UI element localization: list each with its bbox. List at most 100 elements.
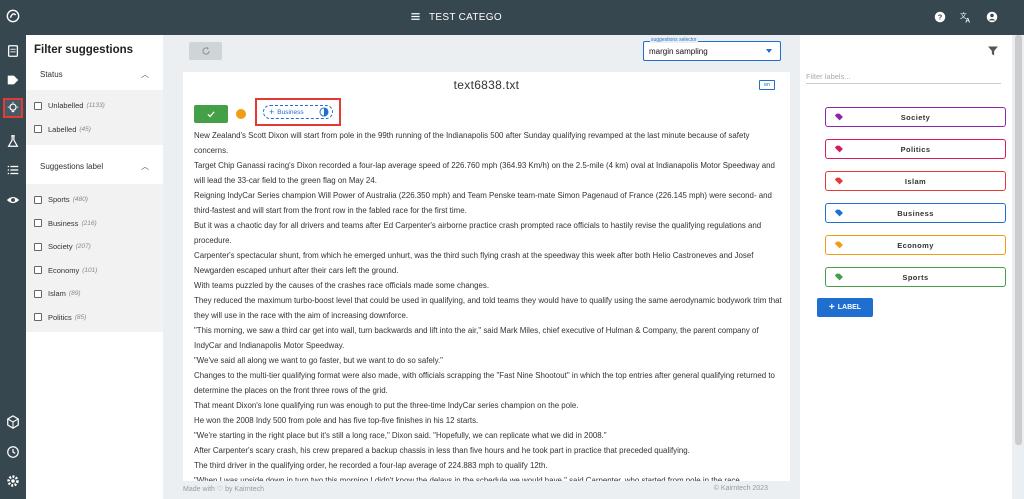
filter-item-unlabelled[interactable]: Unlabelled (1133): [26, 94, 163, 118]
document-filename: text6838.txt: [453, 78, 520, 92]
tag-icon: [835, 209, 843, 217]
document-text: New Zealand's Scott Dixon will start fro…: [194, 128, 784, 481]
footer: Made with ♡ by Kairntech © Kairntech 202…: [173, 481, 798, 499]
documents-icon[interactable]: [3, 41, 23, 61]
language-badge[interactable]: en: [759, 80, 775, 90]
checkbox[interactable]: [34, 125, 42, 134]
help-circle-icon[interactable]: ?: [934, 10, 948, 24]
paragraph: With teams puzzled by the causes of the …: [194, 281, 490, 290]
main-area: suggestions selector margin sampling tex…: [173, 35, 798, 499]
suggestions-label-section-header[interactable]: Suggestions label ︿: [26, 156, 163, 177]
status-section: Unlabelled (1133) Labelled (45): [26, 90, 163, 145]
history-icon[interactable]: [3, 442, 23, 462]
filter-suggestions-panel: Filter suggestions Status ︿ Unlabelled (…: [26, 35, 163, 499]
tag-icon: [835, 177, 843, 185]
label-button-politics[interactable]: Politics: [825, 139, 1006, 159]
suggestions-selector-label: suggestions selector: [650, 37, 698, 43]
paragraph: That meant Dixon's lone qualifying run w…: [194, 401, 579, 410]
checkbox[interactable]: [34, 313, 42, 322]
suggestion-highlight: + Business: [255, 98, 341, 126]
suggestions-icon[interactable]: [3, 98, 23, 118]
paragraph: New Zealand's Scott Dixon will start fro…: [194, 131, 750, 155]
project-title: TEST CATEGO: [429, 12, 502, 23]
paragraph: The third driver in the qualifying order…: [194, 461, 548, 470]
checkbox[interactable]: [34, 101, 42, 110]
list-icon[interactable]: [3, 160, 23, 180]
translate-icon[interactable]: 文A: [960, 10, 974, 25]
settings-icon[interactable]: [3, 471, 23, 491]
paragraph: "When I was upside down in turn two this…: [194, 476, 740, 481]
lab-icon[interactable]: [3, 131, 23, 151]
validate-button[interactable]: [194, 105, 228, 123]
paragraph: They reduced the maximum turbo-boost lev…: [194, 296, 782, 320]
filter-icon[interactable]: [987, 44, 999, 56]
labels-panel: Filter labels... Society Politics Islam …: [800, 35, 1012, 499]
filter-labels-input[interactable]: Filter labels...: [806, 68, 1001, 84]
paragraph: Reigning IndyCar Series champion Will Po…: [194, 191, 772, 215]
checkbox[interactable]: [34, 195, 42, 204]
filter-item-islam[interactable]: Islam (89): [26, 282, 163, 306]
paragraph: Carpenter's spectacular shunt, from whic…: [194, 251, 754, 275]
filter-item-labelled[interactable]: Labelled (45): [26, 118, 163, 142]
suggestion-chip-label: Business: [277, 108, 304, 116]
suggestions-label-section: Sports (480) Business (216) Society (207…: [26, 184, 163, 332]
clock-icon[interactable]: [236, 109, 246, 119]
account-circle-icon[interactable]: [986, 10, 1000, 24]
footer-made-with: Made with ♡ by Kairntech: [183, 486, 264, 493]
paragraph: "We're starting in the right place but i…: [194, 431, 607, 440]
checkbox[interactable]: [34, 289, 42, 298]
main-toolbar: suggestions selector margin sampling: [173, 35, 798, 68]
filter-item-economy[interactable]: Economy (101): [26, 259, 163, 283]
label-button-business[interactable]: Business: [825, 203, 1006, 223]
tag-icon: [835, 145, 843, 153]
footer-copyright: © Kairntech 2023: [713, 485, 768, 492]
checkbox[interactable]: [34, 242, 42, 251]
paragraph: After Carpenter's scary crash, his crew …: [194, 446, 690, 455]
suggestion-chip-business[interactable]: + Business: [263, 105, 333, 119]
label-button-economy[interactable]: Economy: [825, 235, 1006, 255]
add-label-button[interactable]: + LABEL: [817, 298, 873, 317]
labels-icon[interactable]: [3, 70, 23, 90]
filter-item-business[interactable]: Business (216): [26, 212, 163, 236]
score-half-circle-icon: [319, 107, 329, 117]
chevron-down-icon[interactable]: [766, 49, 772, 53]
logo-icon[interactable]: [3, 6, 23, 26]
status-section-header[interactable]: Status ︿: [26, 64, 163, 85]
check-icon: [207, 111, 215, 118]
chevron-up-icon[interactable]: ︿: [141, 69, 149, 80]
paragraph: He won the 2008 Indy 500 from pole and h…: [194, 416, 479, 425]
label-button-islam[interactable]: Islam: [825, 171, 1006, 191]
paragraph: Target Chip Ganassi racing's Dixon recor…: [194, 161, 775, 185]
page-scrollbar[interactable]: [1015, 35, 1022, 445]
hamburger-menu-icon[interactable]: [410, 11, 421, 25]
tag-icon: [835, 241, 843, 249]
project-title-area[interactable]: TEST CATEGO: [410, 0, 502, 35]
checkbox[interactable]: [34, 219, 42, 228]
suggestions-selector[interactable]: suggestions selector margin sampling: [643, 37, 781, 61]
top-bar: TEST CATEGO ? 文A: [26, 0, 1024, 35]
refresh-button[interactable]: [189, 42, 222, 60]
document-card: text6838.txt en + Business New Zealand's…: [183, 72, 790, 481]
plus-icon: +: [828, 301, 835, 313]
left-rail: [0, 0, 26, 499]
eye-icon[interactable]: [3, 190, 23, 210]
paragraph: "We've said all along we want to go fast…: [194, 356, 443, 365]
checkbox[interactable]: [34, 266, 42, 275]
suggestions-label-heading: Suggestions label: [40, 162, 104, 171]
refresh-icon: [201, 46, 210, 55]
plus-icon[interactable]: +: [269, 107, 274, 117]
box-icon[interactable]: [3, 412, 23, 432]
status-heading: Status: [40, 70, 63, 79]
filter-item-sports[interactable]: Sports (480): [26, 188, 163, 212]
paragraph: Changes to the multi-tier qualifying for…: [194, 371, 775, 395]
label-button-society[interactable]: Society: [825, 107, 1006, 127]
tag-icon: [835, 273, 843, 281]
label-button-sports[interactable]: Sports: [825, 267, 1006, 287]
svg-text:A: A: [965, 17, 970, 23]
filter-item-society[interactable]: Society (207): [26, 235, 163, 259]
filter-item-politics[interactable]: Politics (85): [26, 306, 163, 330]
chevron-up-icon[interactable]: ︿: [141, 161, 149, 172]
paragraph: But it was a chaotic day for all drivers…: [194, 221, 762, 245]
tag-icon: [835, 113, 843, 121]
svg-text:?: ?: [938, 13, 943, 22]
